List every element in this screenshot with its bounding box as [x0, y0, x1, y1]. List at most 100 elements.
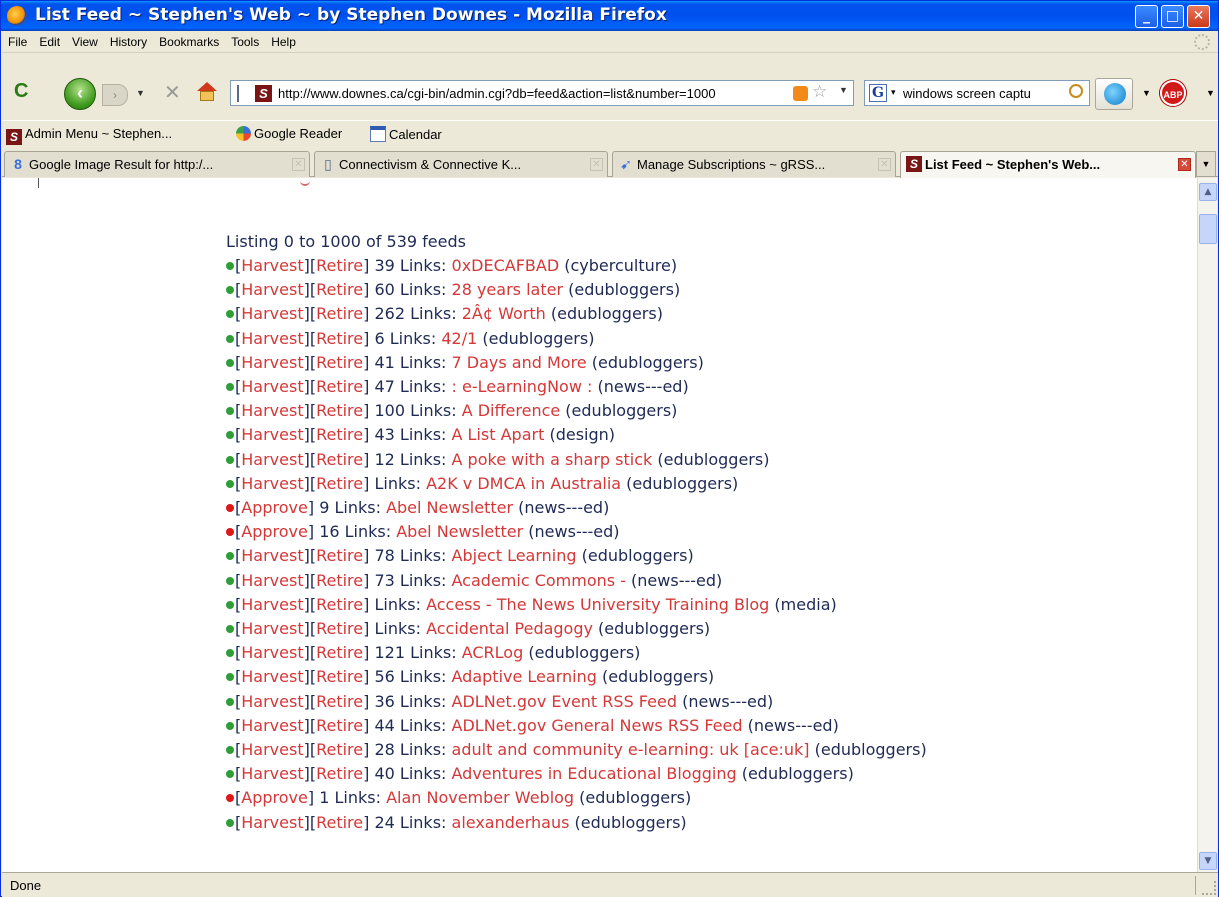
- retire-link[interactable]: Retire: [316, 740, 363, 759]
- search-engine-dropdown-icon[interactable]: ▾: [891, 87, 896, 98]
- harvest-link[interactable]: Harvest: [241, 377, 303, 396]
- harvest-link[interactable]: Harvest: [241, 546, 303, 565]
- stop-icon[interactable]: ✕: [164, 80, 181, 105]
- tab-list-feed[interactable]: S List Feed ~ Stephen's Web... ✕: [900, 151, 1196, 178]
- rss-feed-icon[interactable]: [793, 86, 808, 101]
- tab-close-icon[interactable]: ✕: [590, 158, 603, 171]
- url-dropdown-icon[interactable]: ▼: [839, 85, 848, 95]
- harvest-link[interactable]: Harvest: [241, 474, 303, 493]
- retire-link[interactable]: Retire: [316, 595, 363, 614]
- back-button[interactable]: ‹: [64, 78, 96, 110]
- bookmark-google-reader[interactable]: Google Reader: [236, 126, 342, 141]
- url-bar[interactable]: S http://www.downes.ca/cgi-bin/admin.cgi…: [230, 80, 854, 106]
- feed-title-link[interactable]: Abel Newsletter: [396, 522, 523, 541]
- menu-view[interactable]: View: [66, 31, 104, 51]
- menu-help[interactable]: Help: [265, 31, 302, 51]
- harvest-link[interactable]: Harvest: [241, 280, 303, 299]
- retire-link[interactable]: Retire: [316, 377, 363, 396]
- feed-title-link[interactable]: A List Apart: [452, 425, 545, 444]
- reload-icon[interactable]: C: [14, 80, 28, 103]
- adblock-plus-icon[interactable]: ABP: [1160, 80, 1186, 106]
- resize-grip[interactable]: [1202, 881, 1216, 895]
- harvest-link[interactable]: Harvest: [241, 692, 303, 711]
- url-text[interactable]: http://www.downes.ca/cgi-bin/admin.cgi?d…: [278, 86, 778, 101]
- retire-link[interactable]: Retire: [316, 304, 363, 323]
- retire-link[interactable]: Retire: [316, 813, 363, 832]
- approve-link[interactable]: Approve: [241, 522, 308, 541]
- feed-title-link[interactable]: Accidental Pedagogy: [426, 619, 593, 638]
- retire-link[interactable]: Retire: [316, 280, 363, 299]
- vertical-scrollbar[interactable]: ▲ ▼: [1197, 178, 1217, 872]
- feed-title-link[interactable]: Academic Commons -: [452, 571, 626, 590]
- search-input[interactable]: [903, 84, 1065, 102]
- bookmark-calendar[interactable]: Calendar: [370, 126, 442, 142]
- feed-title-link[interactable]: ACRLog: [462, 643, 524, 662]
- retire-link[interactable]: Retire: [316, 716, 363, 735]
- scroll-down-icon[interactable]: ▼: [1199, 852, 1217, 870]
- skype-dropdown-icon[interactable]: ▼: [1142, 88, 1151, 98]
- harvest-link[interactable]: Harvest: [241, 571, 303, 590]
- feed-title-link[interactable]: : e-LearningNow :: [452, 377, 593, 396]
- retire-link[interactable]: Retire: [316, 692, 363, 711]
- tab-close-icon[interactable]: ✕: [292, 158, 305, 171]
- feed-title-link[interactable]: Abject Learning: [452, 546, 577, 565]
- harvest-link[interactable]: Harvest: [241, 353, 303, 372]
- tab-manage-subscriptions[interactable]: ➹ Manage Subscriptions ~ gRSS... ✕: [612, 151, 896, 177]
- feed-title-link[interactable]: 42/1: [441, 329, 477, 348]
- feed-title-link[interactable]: 0xDECAFBAD: [452, 256, 560, 275]
- menu-file[interactable]: File: [2, 31, 33, 51]
- tab-connectivism[interactable]: ▯ Connectivism & Connective K... ✕: [314, 151, 608, 177]
- retire-link[interactable]: Retire: [316, 546, 363, 565]
- feed-title-link[interactable]: ADLNet.gov General News RSS Feed: [452, 716, 743, 735]
- menu-bookmarks[interactable]: Bookmarks: [153, 31, 225, 51]
- tab-list-dropdown-icon[interactable]: ▼: [1196, 151, 1216, 177]
- feed-title-link[interactable]: alexanderhaus: [452, 813, 570, 832]
- history-dropdown-icon[interactable]: ▼: [136, 88, 145, 98]
- search-bar[interactable]: G ▾: [864, 80, 1090, 106]
- harvest-link[interactable]: Harvest: [241, 619, 303, 638]
- bookmark-star-icon[interactable]: ☆: [812, 82, 827, 102]
- menu-history[interactable]: History: [104, 31, 153, 51]
- title-bar[interactable]: List Feed ~ Stephen's Web ~ by Stephen D…: [1, 1, 1218, 31]
- feed-title-link[interactable]: Adaptive Learning: [452, 667, 597, 686]
- harvest-link[interactable]: Harvest: [241, 450, 303, 469]
- bookmark-admin-menu[interactable]: S Admin Menu ~ Stephen...: [6, 126, 172, 145]
- tab-close-icon[interactable]: ✕: [878, 158, 891, 171]
- feed-title-link[interactable]: Alan November Weblog: [386, 788, 574, 807]
- close-button[interactable]: ✕: [1187, 5, 1210, 28]
- retire-link[interactable]: Retire: [316, 353, 363, 372]
- tab-google-image-result[interactable]: 8 Google Image Result for http:/... ✕: [4, 151, 310, 177]
- harvest-link[interactable]: Harvest: [241, 764, 303, 783]
- harvest-link[interactable]: Harvest: [241, 595, 303, 614]
- feed-title-link[interactable]: 7 Days and More: [452, 353, 587, 372]
- feed-title-link[interactable]: A poke with a sharp stick: [452, 450, 653, 469]
- retire-link[interactable]: Retire: [316, 619, 363, 638]
- harvest-link[interactable]: Harvest: [241, 813, 303, 832]
- approve-link[interactable]: Approve: [241, 788, 308, 807]
- feed-title-link[interactable]: A Difference: [462, 401, 561, 420]
- retire-link[interactable]: Retire: [316, 474, 363, 493]
- scroll-up-icon[interactable]: ▲: [1199, 183, 1217, 201]
- scroll-thumb[interactable]: [1199, 214, 1217, 244]
- menu-tools[interactable]: Tools: [225, 31, 265, 51]
- harvest-link[interactable]: Harvest: [241, 304, 303, 323]
- adblock-dropdown-icon[interactable]: ▼: [1206, 88, 1215, 98]
- harvest-link[interactable]: Harvest: [241, 643, 303, 662]
- retire-link[interactable]: Retire: [316, 450, 363, 469]
- harvest-link[interactable]: Harvest: [241, 425, 303, 444]
- retire-link[interactable]: Retire: [316, 401, 363, 420]
- feed-title-link[interactable]: Access - The News University Training Bl…: [426, 595, 769, 614]
- tab-close-icon[interactable]: ✕: [1178, 158, 1191, 171]
- harvest-link[interactable]: Harvest: [241, 716, 303, 735]
- maximize-button[interactable]: □: [1161, 5, 1184, 28]
- retire-link[interactable]: Retire: [316, 764, 363, 783]
- skype-button[interactable]: [1095, 78, 1133, 110]
- harvest-link[interactable]: Harvest: [241, 329, 303, 348]
- search-magnifier-icon[interactable]: [1069, 84, 1083, 98]
- feed-title-link[interactable]: 28 years later: [452, 280, 564, 299]
- feed-title-link[interactable]: A2K v DMCA in Australia: [426, 474, 621, 493]
- retire-link[interactable]: Retire: [316, 643, 363, 662]
- feed-title-link[interactable]: Abel Newsletter: [386, 498, 513, 517]
- forward-button[interactable]: ›: [102, 84, 128, 106]
- feed-title-link[interactable]: adult and community e-learning: uk [ace:…: [452, 740, 810, 759]
